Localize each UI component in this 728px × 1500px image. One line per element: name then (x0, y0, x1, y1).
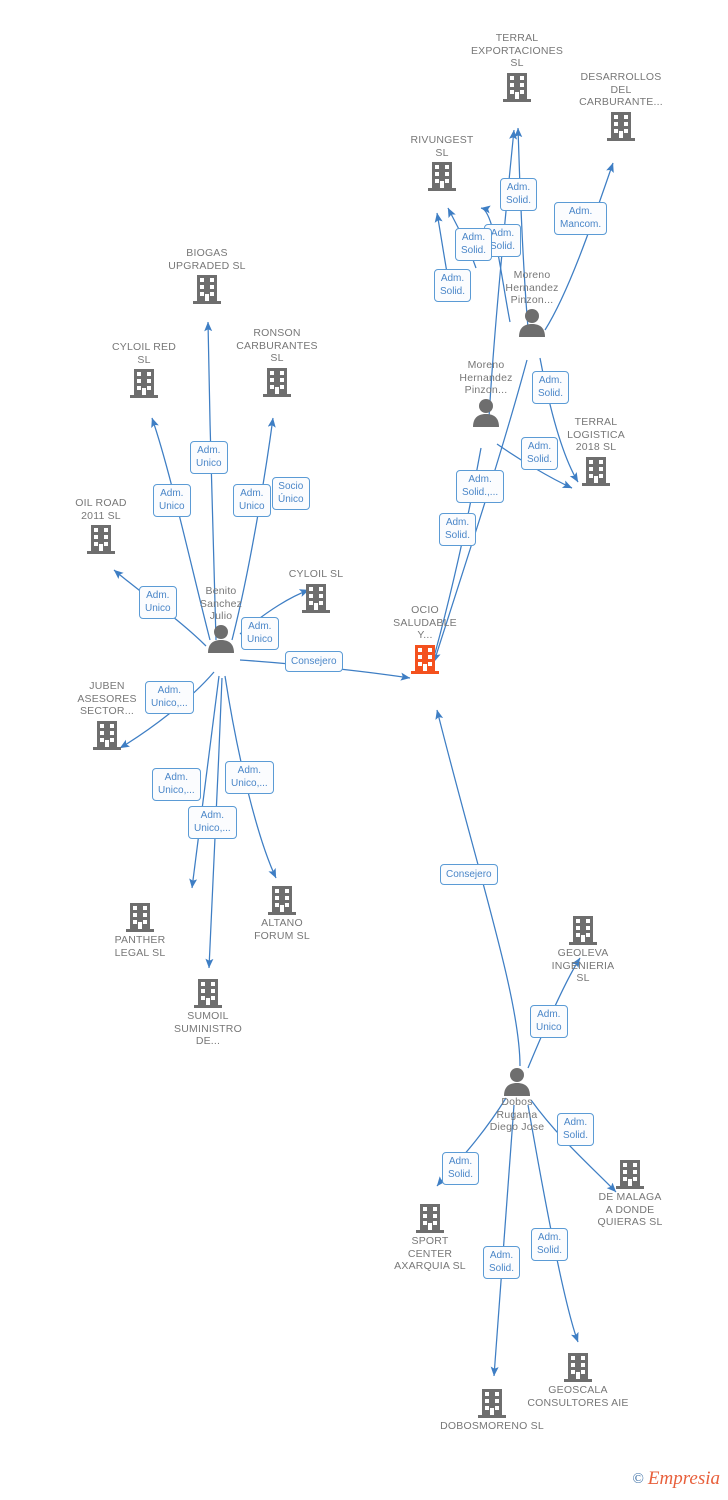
relation-label-adm-unico[interactable]: Adm. Unico (153, 484, 191, 517)
company-node-sumoil[interactable]: SUMOIL SUMINISTRO DE... (163, 977, 253, 1048)
company-label: DESARROLLOS DEL CARBURANTE... (579, 71, 663, 108)
company-node-sport-center-axarquia[interactable]: SPORT CENTER AXARQUIA SL (385, 1202, 475, 1273)
person-node-moreno-hernandez-pinzon-2[interactable]: Moreno Hernandez Pinzon... (448, 359, 524, 427)
relation-label-adm-solid[interactable]: Adm. Solid. (557, 1113, 595, 1146)
company-node-ronson-carburantes[interactable]: RONSON CARBURANTES SL (231, 327, 323, 398)
company-node-altano-forum[interactable]: ALTANO FORUM SL (242, 884, 322, 942)
company-node-cyloil[interactable]: CYLOIL SL (279, 568, 353, 614)
relation-label-adm-unico-multi[interactable]: Adm. Unico,... (145, 681, 194, 714)
relation-label-socio-unico[interactable]: Socio Único (272, 477, 310, 510)
company-label: SPORT CENTER AXARQUIA SL (394, 1235, 466, 1272)
building-icon (564, 1353, 592, 1382)
person-icon (519, 308, 545, 337)
company-node-geoscala-consultores[interactable]: GEOSCALA CONSULTORES AIE (518, 1351, 638, 1409)
person-icon (473, 398, 499, 427)
building-icon (582, 456, 610, 486)
company-label: SUMOIL SUMINISTRO DE... (174, 1010, 242, 1047)
focus-company-label: OCIO SALUDABLE Y... (393, 604, 457, 641)
relation-label-adm-solid[interactable]: Adm. Solid. (521, 437, 559, 470)
watermark: © Empresia (632, 1468, 720, 1490)
company-label: GEOLEVA INGENIERIA SL (551, 947, 615, 984)
company-label: TERRAL LOGISTICA 2018 SL (567, 416, 625, 453)
relation-label-adm-mancom[interactable]: Adm. Mancom. (554, 202, 608, 235)
company-node-desarrollos-carburante[interactable]: DESARROLLOS DEL CARBURANTE... (576, 71, 666, 142)
person-node-dobos-rugama-diego-jose[interactable]: Dobos Rugama Diego Jose (479, 1066, 555, 1134)
relation-label-adm-solid[interactable]: Adm. Solid. (500, 178, 538, 211)
relation-label-adm-solid[interactable]: Adm. Solid. (434, 269, 472, 302)
company-label: RONSON CARBURANTES SL (236, 327, 318, 364)
company-label: CYLOIL RED SL (111, 341, 177, 366)
company-label: BIOGAS UPGRADED SL (168, 247, 246, 272)
person-icon (208, 624, 234, 653)
brand-name: Empresia (647, 1468, 720, 1489)
building-icon (268, 886, 296, 915)
building-icon (616, 1160, 644, 1189)
company-label: DOBOSMORENO SL (440, 1420, 544, 1432)
relation-label-adm-solid[interactable]: Adm. Solid. (483, 1246, 521, 1279)
building-icon (607, 111, 635, 141)
building-icon-focus (411, 644, 439, 674)
company-node-rivungest[interactable]: RIVUNGEST SL (404, 134, 480, 192)
relation-label-consejero[interactable]: Consejero (285, 651, 343, 672)
person-label: Dobos Rugama Diego Jose (489, 1096, 545, 1133)
company-label: CYLOIL SL (288, 568, 344, 580)
building-icon (87, 525, 115, 554)
person-label: Benito Sanchez Julio (199, 585, 243, 622)
company-node-panther-legal[interactable]: PANTHER LEGAL SL (100, 901, 180, 959)
company-label: TERRAL EXPORTACIONES SL (470, 32, 564, 69)
company-node-terral-logistica[interactable]: TERRAL LOGISTICA 2018 SL (556, 416, 636, 487)
building-icon (194, 979, 222, 1008)
building-icon (130, 369, 158, 398)
building-icon (93, 720, 121, 750)
company-node-juben-asesores[interactable]: JUBEN ASESORES SECTOR... (67, 680, 147, 751)
building-icon (569, 916, 597, 945)
relation-label-adm-unico[interactable]: Adm. Unico (190, 441, 228, 474)
relation-label-adm-unico[interactable]: Adm. Unico (139, 586, 177, 619)
company-node-oil-road-2011[interactable]: OIL ROAD 2011 SL (62, 497, 140, 555)
relation-label-adm-unico[interactable]: Adm. Unico (530, 1005, 568, 1038)
company-label: JUBEN ASESORES SECTOR... (77, 680, 137, 717)
building-icon (478, 1389, 506, 1418)
company-label: GEOSCALA CONSULTORES AIE (527, 1384, 629, 1409)
building-icon (503, 72, 531, 102)
company-label: ALTANO FORUM SL (254, 917, 310, 942)
copyright-icon: © (632, 1470, 644, 1487)
relation-label-adm-solid[interactable]: Adm. Solid. (439, 513, 477, 546)
company-label: PANTHER LEGAL SL (114, 934, 166, 959)
relation-label-adm-solid[interactable]: Adm. Solid. (531, 1228, 569, 1261)
company-node-de-malaga-a-donde-quieras[interactable]: DE MALAGA A DONDE QUIERAS SL (585, 1158, 675, 1229)
relation-label-adm-solid[interactable]: Adm. Solid. (532, 371, 570, 404)
relation-label-consejero[interactable]: Consejero (440, 864, 498, 885)
person-label: Moreno Hernandez Pinzon... (505, 269, 559, 306)
company-node-ocio-saludable-focus[interactable]: OCIO SALUDABLE Y... (385, 604, 465, 675)
company-node-biogas-upgraded[interactable]: BIOGAS UPGRADED SL (160, 247, 254, 305)
building-icon (428, 162, 456, 191)
relation-label-adm-solid-multi[interactable]: Adm. Solid.,... (456, 470, 505, 503)
person-label: Moreno Hernandez Pinzon... (459, 359, 513, 396)
relation-label-adm-solid[interactable]: Adm. Solid. (442, 1152, 480, 1185)
person-node-moreno-hernandez-pinzon-1[interactable]: Moreno Hernandez Pinzon... (494, 269, 570, 337)
building-icon (302, 583, 330, 613)
company-label: DE MALAGA A DONDE QUIERAS SL (597, 1191, 663, 1228)
relation-label-adm-unico[interactable]: Adm. Unico (241, 617, 279, 650)
relation-label-adm-solid[interactable]: Adm. Solid. (455, 228, 493, 261)
relation-label-adm-unico-multi[interactable]: Adm. Unico,... (152, 768, 201, 801)
building-icon (416, 1204, 444, 1233)
relation-label-adm-unico-multi[interactable]: Adm. Unico,... (225, 761, 274, 794)
company-node-terral-exportaciones[interactable]: TERRAL EXPORTACIONES SL (471, 32, 563, 103)
relationship-diagram-canvas: TERRAL EXPORTACIONES SL DESARROLLOS DEL … (0, 0, 728, 1500)
relation-label-adm-unico-multi[interactable]: Adm. Unico,... (188, 806, 237, 839)
company-node-cyloil-red[interactable]: CYLOIL RED SL (103, 341, 185, 399)
building-icon (263, 367, 291, 397)
building-icon (193, 275, 221, 304)
relation-label-adm-unico[interactable]: Adm. Unico (233, 484, 271, 517)
company-node-geoleva-ingenieria[interactable]: GEOLEVA INGENIERIA SL (543, 914, 623, 985)
person-icon (504, 1068, 530, 1096)
company-label: RIVUNGEST SL (410, 134, 474, 159)
company-label: OIL ROAD 2011 SL (75, 497, 127, 522)
building-icon (126, 903, 154, 932)
